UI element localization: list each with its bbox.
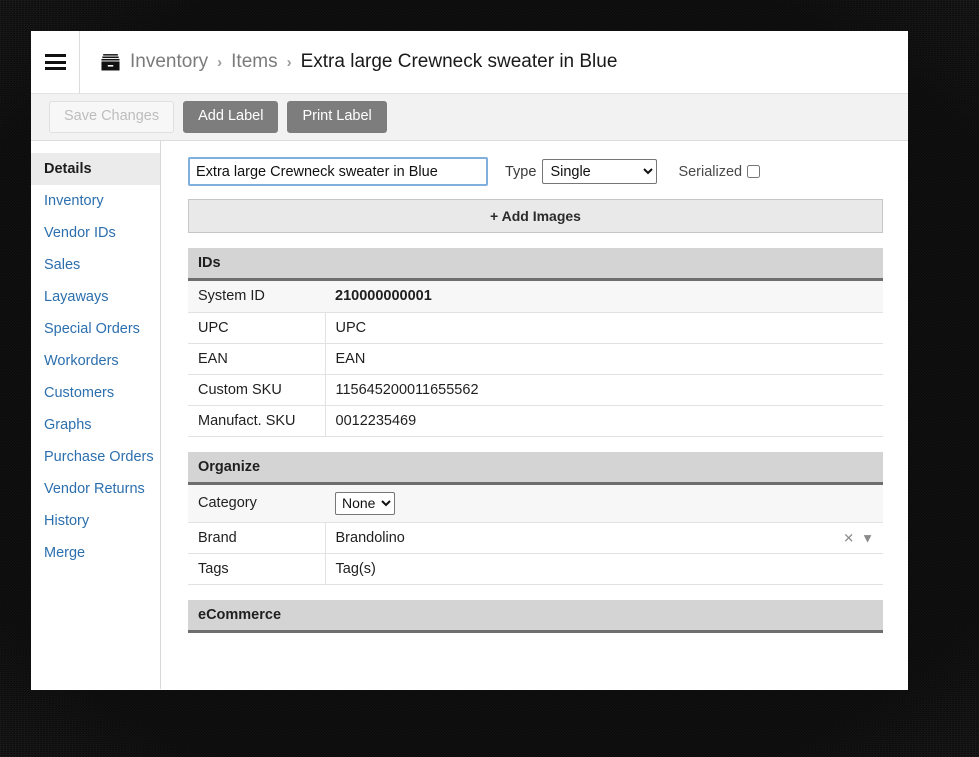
archive-box-icon — [101, 53, 120, 70]
hamburger-icon — [44, 51, 66, 74]
row-value-manufact-sku[interactable]: 0012235469 — [324, 405, 883, 436]
ecommerce-section: eCommerce — [188, 599, 883, 633]
sidebar-item-merge[interactable]: Merge — [31, 537, 160, 569]
sidebar-item-layaways[interactable]: Layaways — [31, 281, 160, 313]
sidebar-item-history[interactable]: History — [31, 505, 160, 537]
ids-section: IDs System ID 210000000001 UPC UPC EAN E… — [188, 248, 883, 437]
action-toolbar: Save Changes Add Label Print Label — [31, 94, 908, 141]
row-value-brand[interactable]: Brandolino ✕ ▼ — [324, 522, 883, 553]
add-label-button[interactable]: Add Label — [183, 101, 279, 133]
sidebar-item-vendor-returns[interactable]: Vendor Returns — [31, 473, 160, 505]
row-label: Category — [198, 495, 257, 511]
row-label: System ID — [198, 288, 265, 305]
print-label-button[interactable]: Print Label — [287, 101, 387, 133]
table-row: UPC UPC — [188, 312, 883, 343]
table-row: System ID 210000000001 — [188, 281, 883, 312]
chevron-down-icon[interactable]: ▼ — [861, 531, 874, 544]
row-value-category: None — [325, 485, 883, 523]
sidebar-item-sales[interactable]: Sales — [31, 249, 160, 281]
row-value-upc[interactable]: UPC — [324, 312, 883, 343]
menu-toggle-button[interactable] — [31, 31, 80, 94]
table-row: Custom SKU 115645200011655562 — [188, 374, 883, 405]
sidebar-item-special-orders[interactable]: Special Orders — [31, 313, 160, 345]
ids-table: System ID 210000000001 UPC UPC EAN EAN C… — [188, 281, 883, 437]
row-label: Brand — [198, 529, 237, 546]
clear-icon[interactable]: ✕ — [843, 531, 854, 544]
table-row: Tags Tag(s) — [188, 553, 883, 584]
breadcrumb-item-items[interactable]: Items — [231, 51, 277, 73]
row-label: EAN — [198, 350, 228, 367]
breadcrumb: Inventory › Items › Extra large Crewneck… — [80, 51, 617, 73]
row-label: Manufact. SKU — [198, 412, 296, 429]
table-row: Manufact. SKU 0012235469 — [188, 405, 883, 436]
sidebar-item-graphs[interactable]: Graphs — [31, 409, 160, 441]
type-label: Type — [505, 163, 537, 180]
item-sidebar-nav: Details Inventory Vendor IDs Sales Layaw… — [31, 141, 161, 689]
item-details-panel: Type Single Serialized + Add Images IDs … — [161, 141, 908, 689]
sidebar-item-vendor-ids[interactable]: Vendor IDs — [31, 217, 160, 249]
table-row: EAN EAN — [188, 343, 883, 374]
add-images-button[interactable]: + Add Images — [188, 199, 883, 233]
row-label: Tags — [198, 560, 229, 577]
sidebar-item-inventory[interactable]: Inventory — [31, 185, 160, 217]
row-value-ean[interactable]: EAN — [324, 343, 883, 374]
serialized-label: Serialized — [678, 163, 743, 180]
organize-table: Category None Brand Brandolino ✕ ▼ Tags … — [188, 484, 883, 585]
brand-controls: ✕ ▼ — [843, 531, 874, 544]
sidebar-item-workorders[interactable]: Workorders — [31, 345, 160, 377]
ids-section-title: IDs — [188, 248, 883, 281]
breadcrumb-item-inventory[interactable]: Inventory — [130, 51, 208, 73]
save-changes-button[interactable]: Save Changes — [49, 101, 175, 133]
organize-section-title: Organize — [188, 451, 883, 485]
application-window: Inventory › Items › Extra large Crewneck… — [31, 31, 908, 690]
sidebar-item-details[interactable]: Details — [31, 153, 160, 185]
table-row: Category None — [188, 484, 883, 523]
serialized-checkbox[interactable] — [747, 165, 761, 178]
row-label: Custom SKU — [198, 381, 282, 398]
table-row: Brand Brandolino ✕ ▼ — [188, 522, 883, 553]
item-name-input[interactable] — [188, 157, 488, 186]
content-area: Details Inventory Vendor IDs Sales Layaw… — [31, 141, 908, 689]
breadcrumb-separator: › — [286, 53, 292, 71]
sidebar-item-purchase-orders[interactable]: Purchase Orders — [31, 441, 160, 473]
ecommerce-section-title: eCommerce — [188, 599, 883, 633]
organize-section: Organize Category None Brand Brandolino … — [188, 451, 883, 585]
row-value-tags[interactable]: Tag(s) — [324, 553, 883, 584]
breadcrumb-separator: › — [217, 53, 223, 71]
item-title-row: Type Single Serialized — [188, 157, 883, 186]
item-type-select[interactable]: Single — [542, 159, 658, 184]
category-select[interactable]: None — [335, 491, 395, 515]
row-value-custom-sku[interactable]: 115645200011655562 — [324, 374, 883, 405]
row-label: UPC — [198, 319, 229, 336]
sidebar-item-customers[interactable]: Customers — [31, 377, 160, 409]
row-value-system-id: 210000000001 — [335, 288, 432, 305]
brand-value-text: Brandolino — [335, 529, 405, 546]
top-bar: Inventory › Items › Extra large Crewneck… — [31, 31, 908, 94]
breadcrumb-item-current: Extra large Crewneck sweater in Blue — [300, 51, 618, 72]
